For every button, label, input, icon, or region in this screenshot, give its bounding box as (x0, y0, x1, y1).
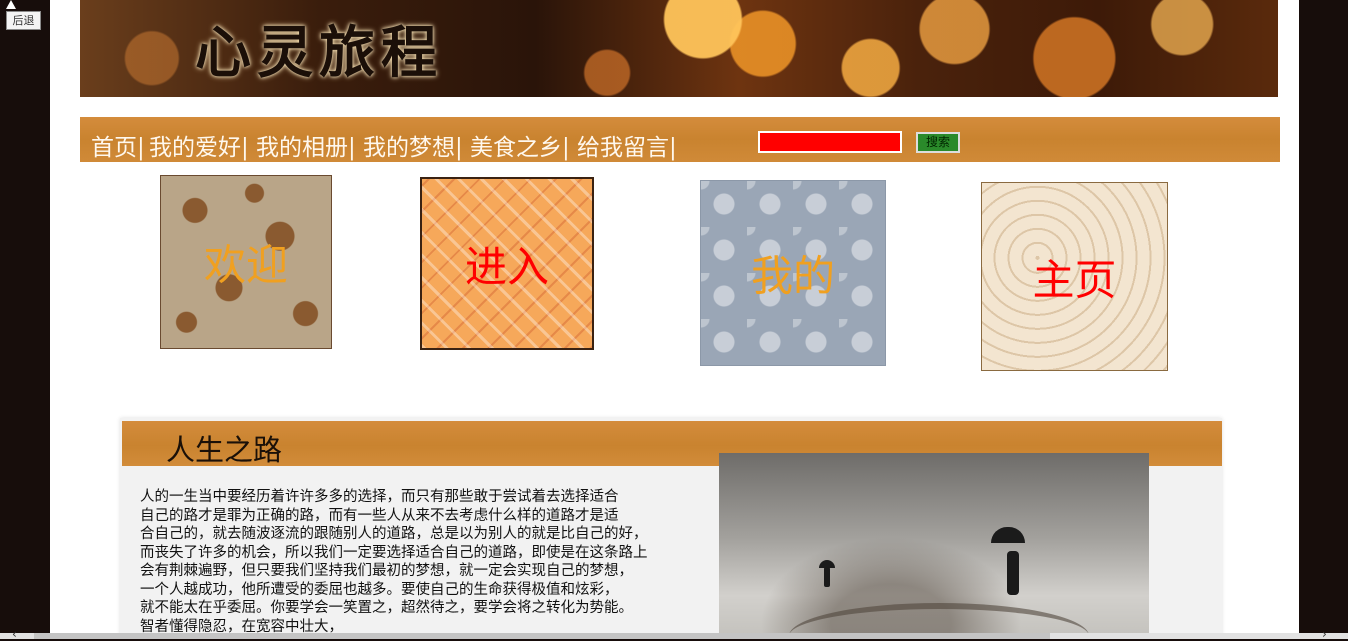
tile-label: 主页 (1032, 255, 1117, 304)
nav-item-dreams[interactable]: 我的梦想| (363, 128, 463, 162)
tile-enter[interactable]: 进入 (420, 177, 594, 350)
header-banner: 心灵旅程 (80, 0, 1278, 97)
section-title: 人生之路 (166, 433, 283, 467)
search-input[interactable] (758, 131, 902, 153)
road-shape (789, 603, 1089, 633)
back-button[interactable]: 后退 (6, 11, 41, 30)
nav-item-album[interactable]: 我的相册| (256, 128, 356, 162)
tile-welcome[interactable]: 欢迎 (160, 175, 332, 349)
tile-homepage[interactable]: 主页 (981, 182, 1168, 371)
tile-label: 欢迎 (203, 240, 288, 290)
nav-item-guestbook[interactable]: 给我留言| (577, 128, 677, 162)
section-body-text: 人的一生当中要经历着许许多多的选择，而只有那些敢于尝试着去选择适合 自己的路才是… (140, 489, 648, 633)
search-button[interactable]: 搜索 (916, 132, 960, 153)
horizontal-scrollbar[interactable]: ‹ › (0, 627, 1348, 641)
standing-person-icon (1007, 551, 1019, 595)
section-photo (719, 453, 1149, 633)
tile-label: 我的 (750, 251, 835, 301)
scrollbar-thumb[interactable] (34, 633, 1050, 639)
mouse-cursor-icon (6, 0, 16, 9)
tile-my[interactable]: 我的 (700, 180, 886, 366)
walking-person-icon (824, 567, 830, 587)
site-title: 心灵旅程 (195, 20, 443, 86)
page: 心灵旅程 首页| 我的爱好| 我的相册| 我的梦想| 美食之乡| 给我留言| 搜… (50, 0, 1299, 633)
umbrella-icon (991, 527, 1025, 543)
life-road-section: 人生之路 人的一生当中要经历着许许多多的选择，而只有那些敢于尝试着去选择适合 自… (120, 418, 1222, 633)
nav-item-hobbies[interactable]: 我的爱好| (149, 128, 249, 162)
tile-label: 进入 (464, 242, 549, 291)
nav-item-home[interactable]: 首页| (91, 128, 145, 162)
nav-bar: 首页| 我的爱好| 我的相册| 我的梦想| 美食之乡| 给我留言| 搜索 (80, 117, 1280, 162)
nav-item-food[interactable]: 美食之乡| (470, 128, 570, 162)
